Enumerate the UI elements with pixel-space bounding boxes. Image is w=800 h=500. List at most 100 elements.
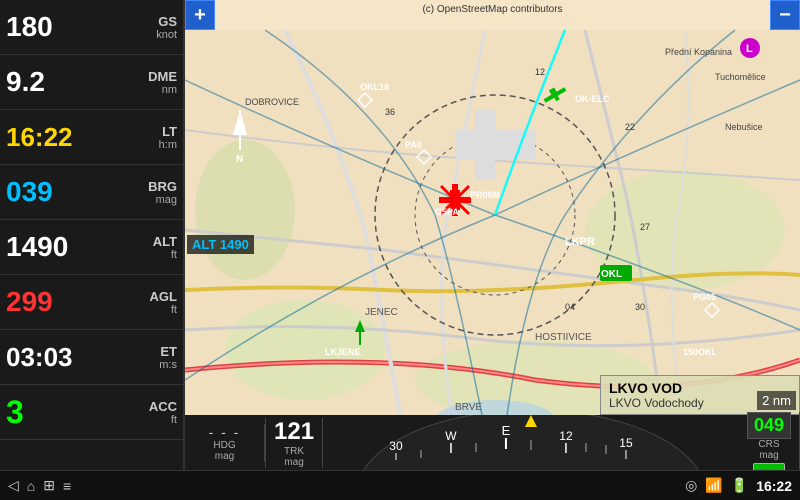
acc-row: 3 ACC ft	[0, 385, 183, 440]
hdg-sublabel: mag	[215, 451, 234, 462]
trk-sublabel: mag	[284, 457, 303, 468]
main-area: 180 GS knot 9.2 DME nm 16:22 LT h:m 039 …	[0, 0, 800, 470]
trk-label: TRK	[284, 446, 304, 457]
svg-text:150OKL: 150OKL	[683, 347, 718, 357]
system-time: 16:22	[756, 478, 792, 494]
svg-text:PR06M: PR06M	[470, 190, 500, 200]
alt-label-sub: ft	[171, 249, 177, 261]
brg-labels: BRG mag	[117, 179, 177, 206]
zoom-in-button[interactable]: +	[185, 0, 215, 30]
et-label-main: ET	[160, 344, 177, 359]
svg-text:22: 22	[625, 122, 635, 132]
acc-label-sub: ft	[171, 414, 177, 426]
dme-label-sub: nm	[162, 84, 177, 96]
map-area[interactable]: (c) OpenStreetMap contributors + −	[185, 0, 800, 470]
acc-labels: ACC ft	[117, 399, 177, 426]
svg-text:G5PA: G5PA	[435, 207, 459, 217]
brg-label-main: BRG	[148, 179, 177, 194]
gs-row: 180 GS knot	[0, 0, 183, 55]
system-bar: ◁ ⌂ ⊞ ≡ ◎ 📶 🔋 16:22	[0, 470, 800, 500]
et-label-sub: m:s	[159, 359, 177, 371]
svg-text:PA0: PA0	[405, 140, 422, 150]
svg-text:HOSTIIVICE: HOSTIIVICE	[535, 332, 592, 343]
gs-value: 180	[6, 11, 106, 43]
alt-strip: ALT 1490	[187, 235, 254, 254]
svg-text:36: 36	[385, 107, 395, 117]
range-display: 2 nm	[757, 391, 796, 410]
alt-labels: ALT ft	[117, 234, 177, 261]
crs-sublabel: mag	[759, 450, 778, 461]
gs-label-main: GS	[158, 14, 177, 29]
dme-value: 9.2	[6, 66, 106, 98]
svg-text:L: L	[746, 43, 753, 55]
svg-text:PG05: PG05	[693, 292, 716, 302]
et-value: 03:03	[6, 342, 106, 373]
dme-label-main: DME	[148, 69, 177, 84]
svg-text:OKL18: OKL18	[360, 82, 389, 92]
brg-value: 039	[6, 176, 106, 208]
alt-row: 1490 ALT ft	[0, 220, 183, 275]
brg-label-sub: mag	[156, 194, 177, 206]
agl-value: 299	[6, 286, 106, 318]
svg-text:Tuchomělice: Tuchomělice	[715, 72, 766, 82]
svg-text:12: 12	[559, 429, 573, 443]
hdg-section: - - - HDG mag	[185, 424, 265, 462]
trk-value: 121	[274, 418, 314, 446]
svg-text:LKJENE: LKJENE	[325, 347, 361, 357]
svg-text:DOBROVICE: DOBROVICE	[245, 97, 299, 107]
alt-value: 1490	[6, 231, 106, 263]
svg-text:30: 30	[389, 439, 403, 453]
svg-text:27: 27	[640, 222, 650, 232]
dme-row: 9.2 DME nm	[0, 55, 183, 110]
menu-icon[interactable]: ≡	[63, 478, 71, 494]
gps-icon: ◎	[685, 477, 697, 494]
et-row: 03:03 ET m:s	[0, 330, 183, 385]
svg-text:JENEC: JENEC	[365, 307, 398, 318]
left-panel: 180 GS knot 9.2 DME nm 16:22 LT h:m 039 …	[0, 0, 185, 470]
battery-icon: 🔋	[731, 477, 748, 494]
wifi-icon: 📶	[705, 477, 722, 494]
trk-display: 121 TRK mag	[265, 418, 323, 468]
lt-label-sub: h:m	[159, 139, 177, 151]
agl-label-sub: ft	[171, 304, 177, 316]
hdg-dashes: - - -	[209, 424, 241, 440]
lt-label-main: LT	[162, 124, 177, 139]
alt-label-main: ALT	[153, 234, 177, 249]
svg-text:Přední Kopanina: Přední Kopanina	[665, 47, 732, 57]
zoom-out-button[interactable]: −	[770, 0, 800, 30]
svg-text:15: 15	[619, 436, 633, 450]
svg-text:Nebušice: Nebušice	[725, 122, 763, 132]
dme-labels: DME nm	[117, 69, 177, 96]
svg-text:OKL: OKL	[601, 269, 622, 280]
crs-label: CRS	[758, 439, 779, 450]
svg-text:N: N	[236, 154, 243, 165]
agl-labels: AGL ft	[117, 289, 177, 316]
lt-value: 16:22	[6, 122, 106, 153]
lt-row: 16:22 LT h:m	[0, 110, 183, 165]
agl-label-main: AGL	[150, 289, 177, 304]
system-icons: ◁ ⌂ ⊞ ≡	[8, 477, 71, 494]
svg-text:LKPR: LKPR	[565, 236, 595, 248]
gs-labels: GS knot	[117, 14, 177, 41]
svg-text:04: 04	[565, 302, 575, 312]
svg-text:12: 12	[535, 67, 545, 77]
status-icons: ◎ 📶 🔋 16:22	[685, 477, 792, 494]
home-icon[interactable]: ⌂	[27, 478, 35, 494]
acc-label-main: ACC	[149, 399, 177, 414]
svg-text:W: W	[445, 429, 457, 443]
agl-row: 299 AGL ft	[0, 275, 183, 330]
svg-text:BRVE: BRVE	[455, 402, 482, 413]
gs-label-sub: knot	[156, 29, 177, 41]
back-arrow-icon[interactable]: ◁	[8, 477, 19, 494]
map-copyright: (c) OpenStreetMap contributors	[422, 4, 562, 15]
crs-value: 049	[754, 415, 784, 435]
svg-text:E: E	[502, 423, 511, 438]
svg-text:OK-ELC: OK-ELC	[575, 94, 610, 104]
compass-tape: 30 W E 12 15	[323, 415, 739, 470]
brg-row: 039 BRG mag	[0, 165, 183, 220]
recent-apps-icon[interactable]: ⊞	[43, 477, 55, 494]
et-labels: ET m:s	[117, 344, 177, 371]
crs-section: 049 CRS mag	[739, 412, 800, 470]
lt-labels: LT h:m	[117, 124, 177, 151]
bottom-bar: - - - HDG mag 121 TRK mag 30 W	[185, 415, 800, 470]
